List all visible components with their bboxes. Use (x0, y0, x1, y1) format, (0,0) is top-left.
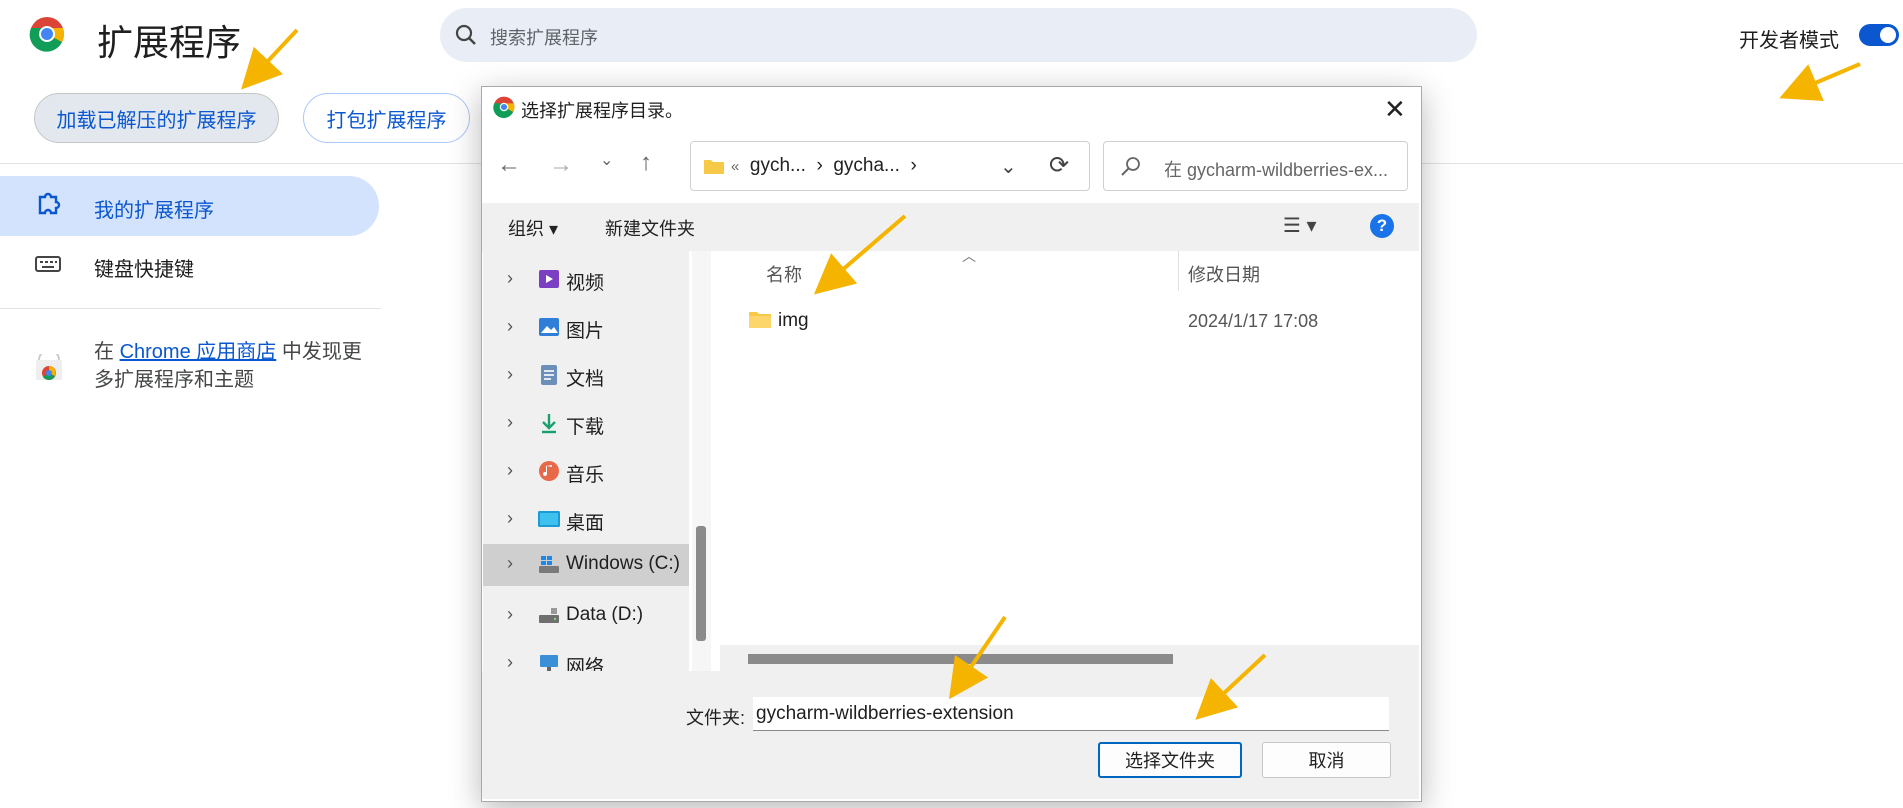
annotation-arrow (1195, 653, 1267, 720)
annotation-arrows (241, 28, 1861, 720)
annotation-arrow (813, 214, 907, 295)
annotation-arrow (1779, 62, 1861, 102)
annotation-arrow (241, 28, 299, 90)
annotation-arrow (948, 615, 1007, 700)
